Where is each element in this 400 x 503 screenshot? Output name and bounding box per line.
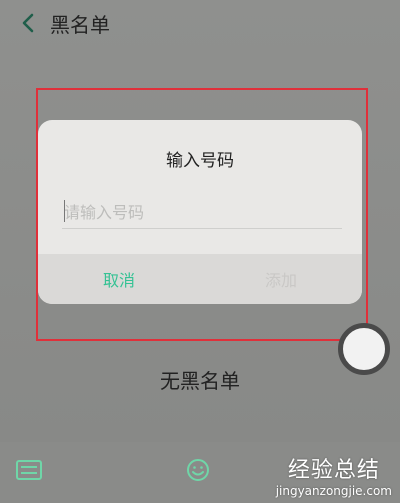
chevron-left-icon[interactable]: [18, 12, 40, 34]
page-title: 黑名单: [50, 13, 110, 37]
empty-state-text: 无黑名单: [160, 369, 240, 393]
watermark: 经验总结 jingyanzongjie.com: [276, 452, 392, 498]
keyboard-icon[interactable]: [16, 460, 42, 480]
highlight-frame: [36, 88, 368, 341]
header: 黑名单: [0, 0, 400, 50]
watermark-title: 经验总结: [287, 458, 380, 483]
screen: 黑名单 输入号码 取消 添加 无黑名单 经验总结 jingyanzongjie.…: [0, 0, 400, 503]
smile-icon[interactable]: [186, 458, 210, 482]
watermark-subtitle: jingyanzongjie.com: [275, 484, 392, 498]
